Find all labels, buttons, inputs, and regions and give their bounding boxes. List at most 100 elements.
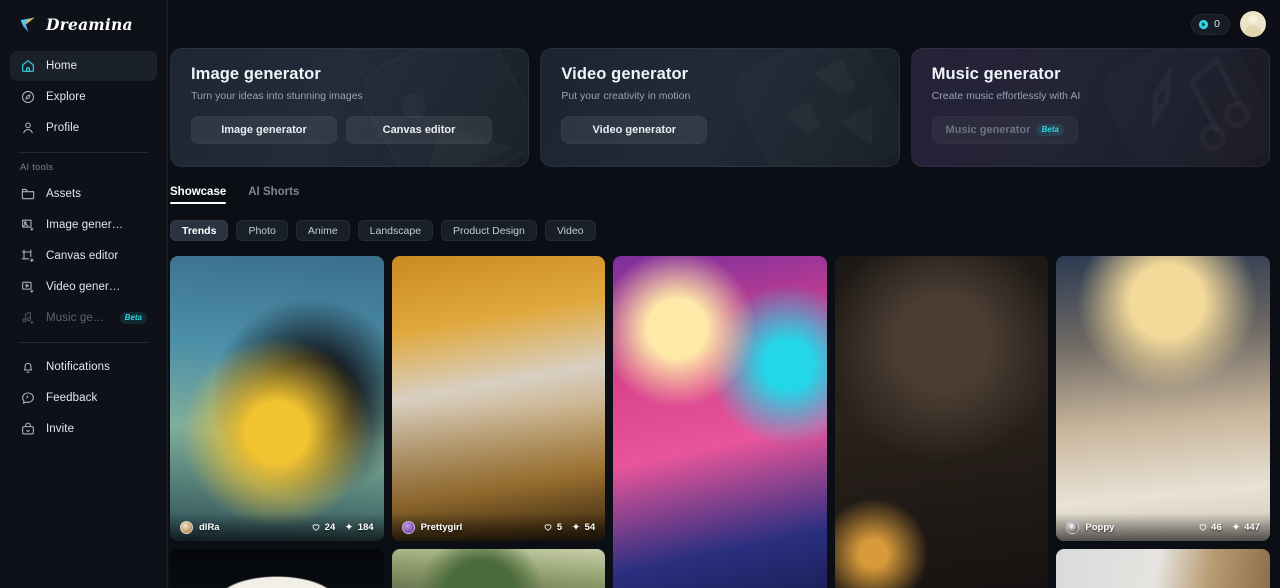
beta-badge: Beta (119, 311, 147, 325)
sidebar-item-video-generator[interactable]: Video gener… (10, 272, 157, 302)
sidebar-item-invite[interactable]: Invite (10, 414, 157, 444)
gallery-column (613, 256, 827, 588)
video-generator-button[interactable]: Video generator (561, 116, 708, 144)
canvas-editor-button[interactable]: Canvas editor (346, 116, 492, 144)
credit-coin-icon (1199, 19, 1209, 29)
promo-card-buttons: Music generator Beta (931, 116, 1269, 144)
sidebar-divider-bottom (18, 342, 149, 343)
promo-card-music-generator[interactable]: Music generator Create music effortlessl… (910, 48, 1270, 167)
sidebar-item-profile[interactable]: Profile (10, 113, 157, 143)
promo-card-title: Video generator (561, 65, 689, 83)
gallery-tile[interactable] (613, 256, 827, 588)
gallery-column: dlRa 24 184 (170, 256, 384, 588)
invite-icon (22, 422, 34, 435)
sidebar-item-canvas-editor[interactable]: Canvas editor (10, 241, 157, 271)
home-icon (22, 60, 34, 72)
bell-icon (23, 362, 33, 373)
tile-username: Poppy (1085, 521, 1115, 533)
tile-stats: 5 54 (543, 522, 595, 533)
tile-like-count: 5 (543, 522, 562, 533)
promo-card-image-generator[interactable]: Image generator Turn your ideas into stu… (170, 48, 530, 167)
sidebar-item-label: Canvas editor (46, 250, 119, 262)
sidebar-item-label: Image gener… (46, 219, 124, 231)
sidebar-item-assets[interactable]: Assets (10, 179, 157, 209)
sidebar-footer-nav: Notifications Feedback Invite (10, 352, 157, 444)
sidebar-tools-nav: Assets Image gener… Canvas editor Video … (10, 179, 157, 333)
gallery-column: Poppy 46 447 (1056, 256, 1270, 588)
gallery-tile[interactable]: Prettygirl 5 54 (391, 256, 606, 541)
brand-logo[interactable]: Dreamina (10, 0, 157, 48)
heart-icon (544, 524, 552, 531)
sidebar: Dreamina Home Explore Profile AI tools A… (0, 0, 168, 588)
filter-chip-landscape[interactable]: Landscape (357, 220, 434, 241)
tile-stats: 24 184 (311, 522, 374, 533)
tile-like-count: 46 (1198, 522, 1222, 533)
tile-user-avatar (1066, 520, 1080, 534)
tile-meta: Prettygirl 5 54 (391, 513, 606, 541)
filter-chip-trends[interactable]: Trends (170, 220, 229, 241)
promo-card-title: Image generator (191, 65, 321, 83)
music-add-icon (22, 312, 34, 324)
sidebar-item-label: Invite (46, 423, 75, 435)
sidebar-item-feedback[interactable]: Feedback (10, 383, 157, 413)
sidebar-section-label: AI tools (20, 162, 54, 173)
sidebar-item-label: Notifications (46, 361, 110, 373)
promo-card-video-generator[interactable]: Video generator Put your creativity in m… (540, 48, 900, 167)
sidebar-item-music-generator[interactable]: Music gener… Beta (10, 303, 157, 333)
heart-icon (1199, 524, 1206, 531)
gallery-tile[interactable] (1056, 549, 1270, 588)
beta-badge: Beta (1036, 123, 1064, 137)
promo-card-subtitle: Turn your ideas into stunning images (191, 90, 363, 102)
credits-value: 0 (1214, 18, 1220, 30)
tile-artwork (1056, 256, 1270, 541)
heart-icon (312, 524, 320, 531)
tile-meta: dlRa 24 184 (170, 513, 384, 541)
tile-meta: Poppy 46 447 (1056, 513, 1270, 541)
tile-star-count: 54 (571, 522, 595, 533)
music-generator-button[interactable]: Music generator Beta (931, 116, 1078, 144)
filter-chip-video[interactable]: Video (544, 220, 596, 241)
tab-ai-shorts[interactable]: AI Shorts (248, 186, 299, 204)
tile-artwork (1056, 549, 1270, 588)
sidebar-item-notifications[interactable]: Notifications (10, 352, 157, 382)
promo-card-subtitle: Put your creativity in motion (561, 90, 691, 102)
app-root: Dreamina Home Explore Profile AI tools A… (0, 0, 1280, 588)
filter-chip-photo[interactable]: Photo (236, 220, 288, 241)
gallery-column: Prettygirl 5 54 (391, 256, 606, 588)
person-icon (23, 122, 33, 134)
image-generator-button[interactable]: Image generator (191, 116, 337, 144)
promo-cards: Image generator Turn your ideas into stu… (168, 48, 1280, 167)
feedback-icon (22, 392, 34, 404)
sidebar-divider-top (18, 152, 149, 153)
filter-chips: Trends Photo Anime Landscape Product Des… (168, 204, 1280, 241)
sparkle-icon (345, 523, 353, 531)
tile-user-avatar (401, 520, 415, 534)
filter-chip-product-design[interactable]: Product Design (441, 220, 537, 241)
tile-artwork (391, 549, 606, 588)
promo-card-title: Music generator (931, 65, 1061, 83)
sidebar-item-explore[interactable]: Explore (10, 82, 157, 112)
tile-like-count: 24 (311, 522, 335, 533)
sidebar-item-label: Home (46, 60, 78, 72)
video-add-icon (22, 281, 34, 293)
gallery-tile[interactable] (170, 549, 384, 588)
gallery-tile[interactable]: Poppy 46 447 (1056, 256, 1270, 541)
sparkle-icon (1232, 523, 1240, 531)
top-bar: 0 (168, 0, 1280, 48)
tile-star-count: 447 (1231, 522, 1260, 533)
tab-showcase[interactable]: Showcase (170, 186, 227, 204)
music-generator-button-label: Music generator (945, 124, 1031, 136)
credits-badge[interactable]: 0 (1191, 13, 1230, 35)
gallery-tile[interactable] (391, 549, 606, 588)
tile-artwork-overlay (391, 256, 606, 541)
avatar[interactable] (1240, 11, 1266, 37)
gallery-column (834, 256, 1049, 588)
gallery-tile[interactable] (834, 256, 1049, 588)
gallery-tile[interactable]: dlRa 24 184 (170, 256, 384, 541)
sidebar-item-home[interactable]: Home (10, 51, 157, 81)
tile-stats: 46 447 (1198, 522, 1260, 533)
sidebar-item-image-generator[interactable]: Image gener… (10, 210, 157, 240)
sparkle-icon (572, 523, 580, 531)
filter-chip-anime[interactable]: Anime (295, 220, 350, 241)
dreamina-arrow-logo-icon (20, 17, 35, 32)
